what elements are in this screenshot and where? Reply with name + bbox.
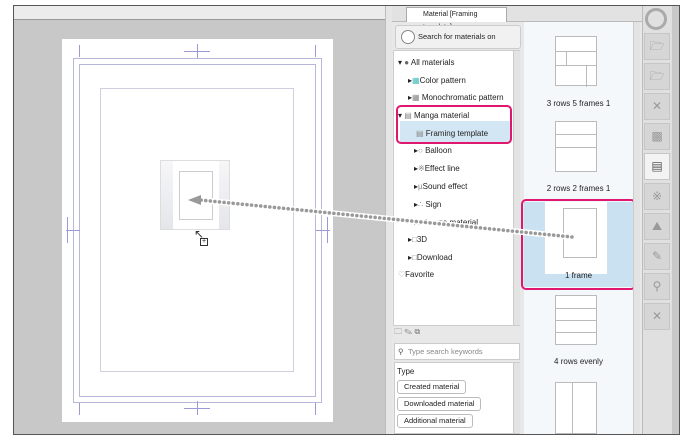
drag-arrow	[188, 195, 575, 240]
